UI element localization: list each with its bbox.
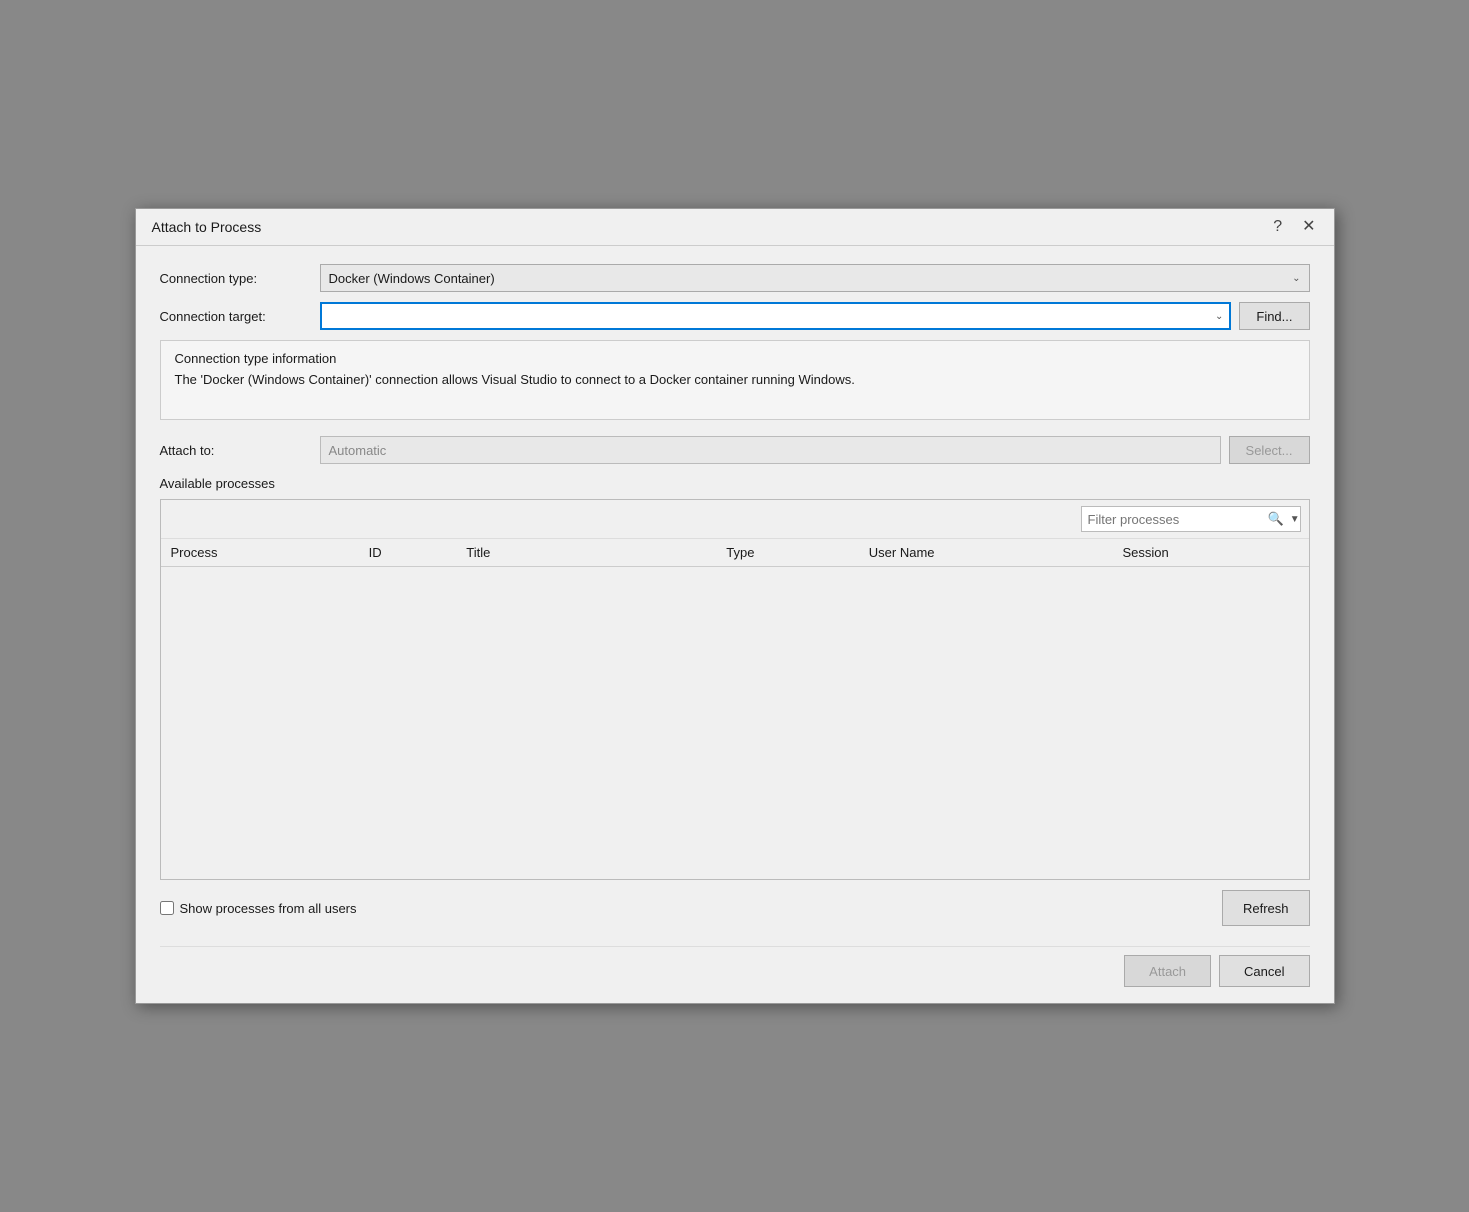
connection-target-control: ⌄ Find... (320, 302, 1310, 330)
show-all-users-label: Show processes from all users (180, 901, 357, 916)
attach-button[interactable]: Attach (1124, 955, 1211, 987)
process-table-area: Process ID Title Type User Name Session (161, 539, 1309, 879)
filter-processes-input[interactable] (1088, 512, 1264, 527)
table-header-row: Process ID Title Type User Name Session (161, 539, 1309, 567)
info-box-title: Connection type information (175, 351, 1295, 366)
cancel-button[interactable]: Cancel (1219, 955, 1309, 987)
attach-to-control: Automatic Select... (320, 436, 1310, 464)
col-process: Process (161, 539, 359, 567)
filter-bar: 🔍 ▼ (161, 500, 1309, 539)
bottom-bar: Show processes from all users Refresh (160, 880, 1310, 930)
dialog-body: Connection type: Docker (Windows Contain… (136, 246, 1334, 1003)
action-buttons: Attach Cancel (160, 946, 1310, 987)
filter-input-wrap: 🔍 ▼ (1081, 506, 1301, 532)
title-bar: Attach to Process ? ✕ (136, 209, 1334, 246)
connection-target-row: Connection target: ⌄ Find... (160, 302, 1310, 330)
process-table: Process ID Title Type User Name Session (161, 539, 1309, 567)
attach-to-field: Automatic (320, 436, 1221, 464)
show-all-users-checkbox-label[interactable]: Show processes from all users (160, 901, 357, 916)
search-icon: 🔍 (1268, 511, 1284, 527)
col-type: Type (716, 539, 859, 567)
help-button[interactable]: ? (1267, 217, 1288, 237)
connection-type-control: Docker (Windows Container) ⌄ (320, 264, 1310, 292)
available-processes-section: Available processes 🔍 ▼ Process (160, 476, 1310, 930)
info-box: Connection type information The 'Docker … (160, 340, 1310, 420)
connection-type-value: Docker (Windows Container) (329, 271, 495, 286)
attach-to-label: Attach to: (160, 443, 320, 458)
title-bar-controls: ? ✕ (1267, 217, 1321, 237)
connection-type-dropdown[interactable]: Docker (Windows Container) ⌄ (320, 264, 1310, 292)
chevron-down-icon[interactable]: ⌄ (1215, 311, 1223, 322)
connection-type-row: Connection type: Docker (Windows Contain… (160, 264, 1310, 292)
available-processes-label: Available processes (160, 476, 1310, 491)
info-box-text: The 'Docker (Windows Container)' connect… (175, 372, 1295, 387)
filter-dropdown-button[interactable]: ▼ (1288, 514, 1302, 525)
dialog-title: Attach to Process (152, 219, 262, 235)
close-button[interactable]: ✕ (1296, 217, 1321, 237)
processes-container: 🔍 ▼ Process ID Title Type Use (160, 499, 1310, 880)
select-button[interactable]: Select... (1229, 436, 1310, 464)
refresh-button[interactable]: Refresh (1222, 890, 1310, 926)
connection-target-input[interactable] (328, 309, 1215, 324)
chevron-down-icon: ⌄ (1292, 273, 1300, 284)
col-id: ID (359, 539, 457, 567)
connection-target-label: Connection target: (160, 309, 320, 324)
connection-type-label: Connection type: (160, 271, 320, 286)
show-all-users-checkbox[interactable] (160, 901, 174, 915)
table-header: Process ID Title Type User Name Session (161, 539, 1309, 567)
connection-target-input-wrap: ⌄ (320, 302, 1232, 330)
attach-to-process-dialog: Attach to Process ? ✕ Connection type: D… (135, 208, 1335, 1004)
col-title: Title (456, 539, 716, 567)
attach-to-placeholder: Automatic (329, 443, 387, 458)
attach-to-row: Attach to: Automatic Select... (160, 436, 1310, 464)
find-button[interactable]: Find... (1239, 302, 1309, 330)
col-session: Session (1112, 539, 1308, 567)
col-username: User Name (859, 539, 1113, 567)
